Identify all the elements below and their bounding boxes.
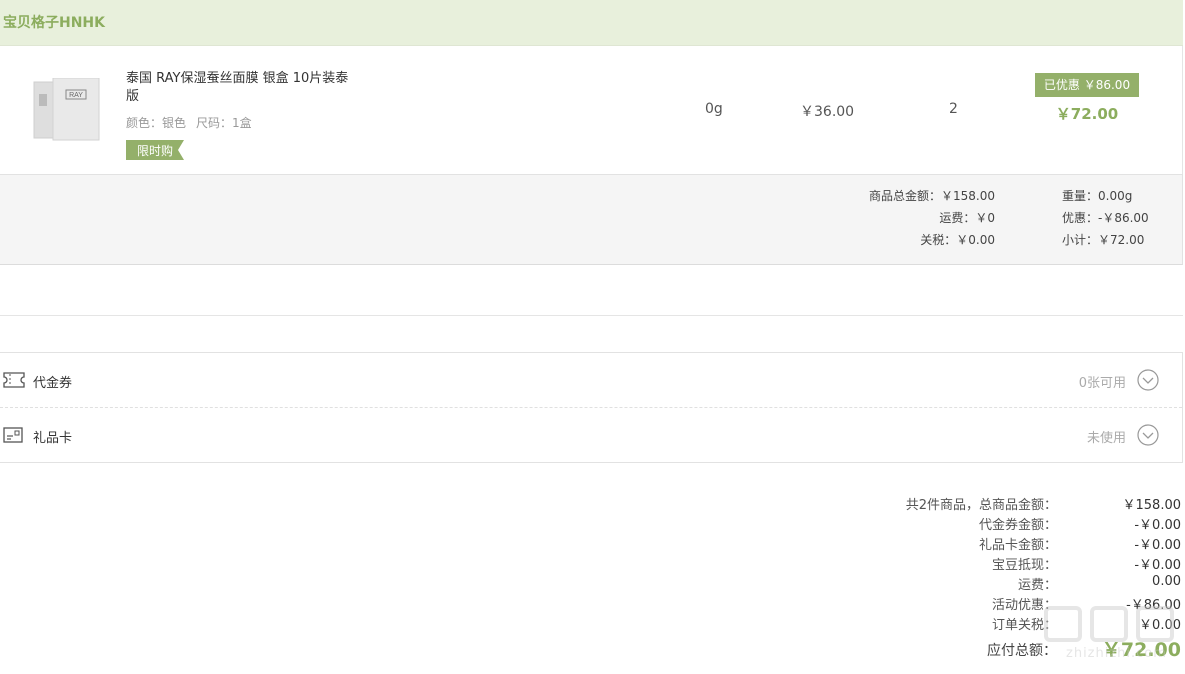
chevron-down-icon[interactable] xyxy=(1137,424,1159,446)
watermark-text: zhizhizhi.com xyxy=(1066,646,1167,661)
ticket-icon xyxy=(3,372,25,392)
totals-value: -￥0.00 xyxy=(1134,518,1181,533)
section-divider xyxy=(0,315,1183,316)
summary-weight: 重量：0.00g xyxy=(1062,189,1133,203)
product-title[interactable]: 泰国 RAY保湿蚕丝面膜 银盒 10片装泰版 xyxy=(126,70,356,106)
discount-badge: 已优惠 ￥86.00 xyxy=(1035,73,1139,97)
spec-size: 尺码：1盒 xyxy=(196,116,252,130)
voucher-label: 代金券 xyxy=(33,376,73,391)
summary-discount: 优惠：-￥86.00 xyxy=(1062,211,1149,225)
benefits-panel: 代金券 0张可用 礼品卡 未使用 xyxy=(0,352,1183,463)
totals-value: -￥0.00 xyxy=(1134,538,1181,553)
store-name[interactable]: 宝贝格子HNHK xyxy=(3,12,105,32)
gift-card-status: 未使用 xyxy=(1086,431,1126,446)
product-row: RAY 泰国 RAY保湿蚕丝面膜 银盒 10片装泰版 颜色：银色 尺码：1盒 限时… xyxy=(0,46,1183,174)
order-summary: 商品总金额：￥158.00 运费：￥0 关税：￥0.00 重量：0.00g 优惠… xyxy=(0,174,1183,265)
totals-value: ￥158.00 xyxy=(1122,498,1182,513)
totals-label: 宝豆抵现： xyxy=(991,558,1057,573)
product-weight: 0g xyxy=(705,101,723,117)
totals-label: 礼品卡金额： xyxy=(978,538,1057,553)
thumb-brand-text: RAY xyxy=(69,92,83,99)
voucher-row[interactable]: 代金券 0张可用 xyxy=(0,353,1182,408)
site-watermark: zhizhizhi.com xyxy=(1040,602,1185,674)
totals-label: 代金券金额： xyxy=(978,518,1057,533)
totals-row: 代金券金额： -￥0.00 xyxy=(781,512,1181,533)
product-quantity: 2 xyxy=(949,101,958,117)
totals-value: 0.00 xyxy=(1152,574,1181,589)
totals-label: 运费： xyxy=(1017,578,1057,593)
summary-tax: 关税：￥0.00 xyxy=(920,233,995,247)
product-spec: 颜色：银色 尺码：1盒 xyxy=(126,114,252,131)
summary-goods-total: 商品总金额：￥158.00 xyxy=(869,189,995,203)
promo-tag-label: 限时购 xyxy=(137,144,174,158)
chevron-down-icon[interactable] xyxy=(1137,369,1159,391)
summary-shipping: 运费：￥0 xyxy=(939,211,995,225)
card-icon xyxy=(3,427,23,447)
spec-color: 颜色：银色 xyxy=(126,116,187,130)
totals-value: -￥0.00 xyxy=(1134,558,1181,573)
gift-card-row[interactable]: 礼品卡 未使用 xyxy=(0,408,1182,463)
totals-row: 共2件商品，总商品金额： ￥158.00 xyxy=(781,492,1182,513)
line-total: ￥72.00 xyxy=(1055,105,1119,123)
summary-subtotal: 小计：￥72.00 xyxy=(1062,233,1145,247)
totals-row: 礼品卡金额： -￥0.00 xyxy=(781,532,1181,553)
store-header: 宝贝格子HNHK xyxy=(0,0,1183,46)
product-thumbnail[interactable]: RAY xyxy=(33,77,101,142)
voucher-status: 0张可用 xyxy=(1078,376,1126,391)
product-unit-price: ￥36.00 xyxy=(800,104,855,120)
totals-row: 运费： 0.00 xyxy=(781,572,1181,593)
totals-label: 共2件商品，总商品金额： xyxy=(905,498,1057,513)
totals-row: 宝豆抵现： -￥0.00 xyxy=(781,552,1181,573)
gift-card-label: 礼品卡 xyxy=(33,431,73,446)
